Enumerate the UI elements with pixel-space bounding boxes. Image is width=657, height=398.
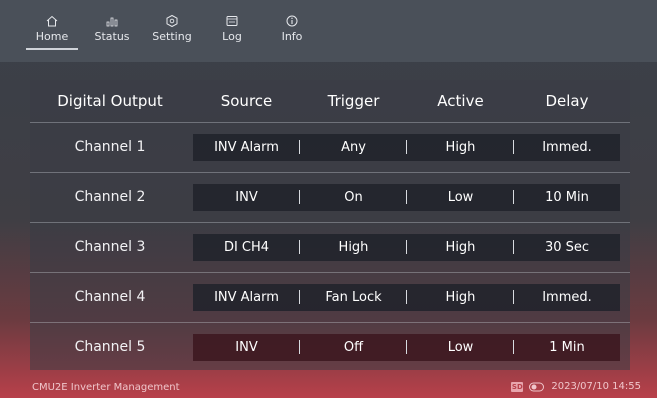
status-bar: CMU2E Inverter Management SD 2023/07/10 … [0,376,657,398]
channel-label: Channel 4 [74,289,146,305]
source-value: INV [235,340,258,355]
tab-info[interactable]: Info [262,14,322,50]
trigger-value: Fan Lock [325,290,382,305]
channel-label: Channel 1 [74,139,146,155]
active-select[interactable]: High [407,284,514,311]
delay-select[interactable]: 10 Min [514,184,620,211]
delay-value: 30 Sec [544,240,590,255]
tab-home[interactable]: Home [22,14,82,50]
channel-label: Channel 3 [74,239,146,255]
info-icon [286,15,298,27]
channel-label: Channel 2 [74,189,146,205]
source-value: INV Alarm [214,290,279,305]
active-value: Low [447,340,474,355]
trigger-value: High [338,240,369,255]
channel-settings: INV Off Low 1 Min [193,334,620,361]
header-delay: Delay [545,92,589,110]
source-value: DI CH4 [223,240,270,255]
active-select[interactable]: Low [407,334,514,361]
channel-settings: INV Alarm Fan Lock High Immed. [193,284,620,311]
active-value: Low [447,190,474,205]
active-value: High [445,140,476,155]
trigger-select[interactable]: Fan Lock [300,284,407,311]
source-select[interactable]: DI CH4 [193,234,300,261]
channel-settings: INV Alarm Any High Immed. [193,134,620,161]
header-source: Source [220,92,273,110]
tab-log-label: Log [222,30,242,43]
sd-card-icon: SD [511,381,524,392]
home-icon [46,15,58,27]
tab-status-label: Status [94,30,130,43]
delay-value: Immed. [542,140,592,155]
log-icon [226,16,238,26]
table-row: Channel 1 INV Alarm Any High Immed. [30,122,630,171]
bar-chart-icon [106,17,118,27]
nav-tabs: Home Status Setting Log Info [22,14,322,50]
delay-value: 10 Min [545,190,589,205]
header-digital-output: Digital Output [57,92,163,110]
delay-select[interactable]: Immed. [514,134,620,161]
datetime: 2023/07/10 14:55 [551,381,641,392]
trigger-value: Any [341,140,366,155]
delay-value: 1 Min [549,340,585,355]
trigger-value: Off [343,340,364,355]
source-select[interactable]: INV Alarm [193,134,300,161]
tab-setting-label: Setting [152,30,192,43]
gear-icon [166,14,178,28]
header-active: Active [437,92,484,110]
table-row: Channel 4 INV Alarm Fan Lock High Immed. [30,272,630,321]
active-value: High [445,240,476,255]
header-trigger: Trigger [327,92,380,110]
top-navigation-bar: Home Status Setting Log Info [0,0,657,62]
trigger-value: On [344,190,363,205]
tab-log[interactable]: Log [202,14,262,50]
source-select[interactable]: INV Alarm [193,284,300,311]
table-header: Digital Output Source Trigger Active Del… [30,80,630,122]
app-name: CMU2E Inverter Management [32,382,180,393]
tab-status[interactable]: Status [82,14,142,50]
table-row: Channel 3 DI CH4 High High 30 Sec [30,222,630,271]
table-row: Channel 2 INV On Low 10 Min [30,172,630,221]
active-select[interactable]: Low [407,184,514,211]
trigger-select[interactable]: High [300,234,407,261]
tab-info-label: Info [281,30,303,43]
channel-label: Channel 5 [74,339,146,355]
active-select[interactable]: High [407,234,514,261]
delay-select[interactable]: 1 Min [514,334,620,361]
active-select[interactable]: High [407,134,514,161]
trigger-select[interactable]: On [300,184,407,211]
table-row: Channel 5 INV Off Low 1 Min [30,322,630,371]
tab-setting[interactable]: Setting [142,14,202,50]
battery-icon [529,382,545,391]
delay-value: Immed. [542,290,592,305]
active-value: High [445,290,476,305]
trigger-select[interactable]: Any [300,134,407,161]
source-select[interactable]: INV [193,184,300,211]
trigger-select[interactable]: Off [300,334,407,361]
channel-settings: DI CH4 High High 30 Sec [193,234,620,261]
delay-select[interactable]: Immed. [514,284,620,311]
source-select[interactable]: INV [193,334,300,361]
tab-home-label: Home [35,30,69,43]
source-value: INV [235,190,258,205]
source-value: INV Alarm [214,140,279,155]
delay-select[interactable]: 30 Sec [514,234,620,261]
status-indicators: SD 2023/07/10 14:55 [511,381,641,392]
channel-settings: INV On Low 10 Min [193,184,620,211]
